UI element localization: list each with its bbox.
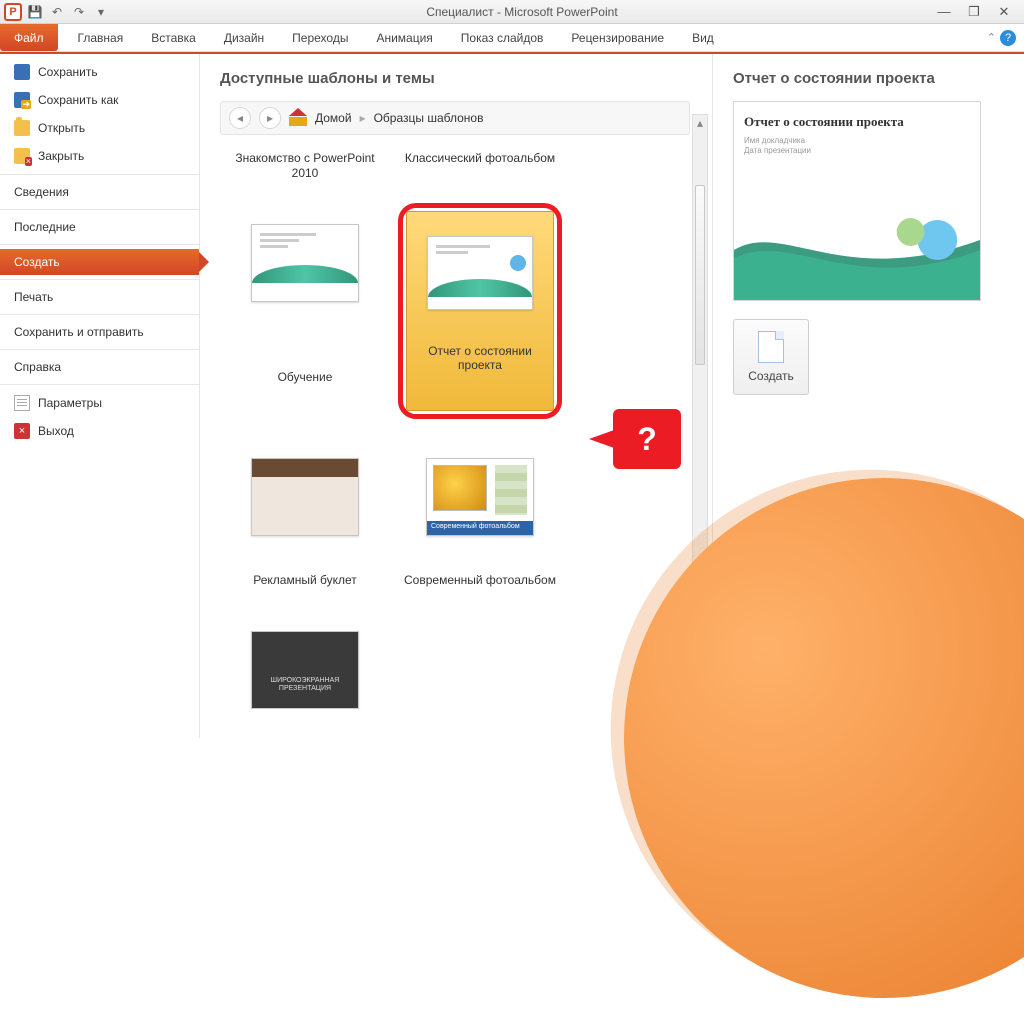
tab-review[interactable]: Рецензирование (557, 24, 678, 51)
nav-forward-button[interactable]: ▸ (259, 107, 281, 129)
template-item-widescreen[interactable]: ШИРОКОЭКРАННАЯПРЕЗЕНТАЦИЯ (251, 631, 359, 709)
breadcrumb-separator-icon: ▸ (360, 111, 366, 125)
sidebar-recent[interactable]: Последние (0, 214, 199, 240)
wave-graphic (734, 210, 980, 300)
app-icon[interactable]: P (4, 3, 22, 21)
save-as-icon (14, 92, 30, 108)
save-icon (14, 64, 30, 80)
template-thumbnail (251, 458, 359, 536)
template-item-obuchenie[interactable] (251, 224, 359, 302)
ribbon-minimize-icon[interactable]: ⌃ (987, 31, 996, 44)
preview-slide: Отчет о состоянии проекта Имя докладчика… (733, 101, 981, 301)
scroll-up-icon[interactable]: ▴ (693, 115, 707, 131)
template-label: Обучение (220, 368, 390, 424)
sidebar-open[interactable]: Открыть (0, 114, 199, 142)
create-button-label: Создать (748, 369, 794, 383)
sidebar-exit-label: Выход (38, 424, 74, 438)
breadcrumb-bar: ◂ ▸ Домой ▸ Образцы шаблонов (220, 101, 690, 135)
template-label: Классический фотоальбом (390, 149, 570, 189)
sidebar-options-label: Параметры (38, 396, 102, 410)
template-item-brochure[interactable] (251, 458, 359, 536)
sidebar-save-label: Сохранить (38, 65, 98, 79)
template-thumbnail (251, 224, 359, 302)
callout-text: ? (637, 421, 657, 458)
template-label: Знакомство с PowerPoint 2010 (220, 149, 390, 189)
sidebar-options[interactable]: Параметры (0, 389, 199, 417)
create-button[interactable]: Создать (733, 319, 809, 395)
sidebar-help-label: Справка (14, 360, 61, 374)
sidebar-close[interactable]: Закрыть (0, 142, 199, 170)
sidebar-help[interactable]: Справка (0, 354, 199, 380)
sidebar-print[interactable]: Печать (0, 284, 199, 310)
undo-icon[interactable]: ↶ (48, 3, 66, 21)
templates-panel: Доступные шаблоны и темы ◂ ▸ Домой ▸ Обр… (200, 54, 712, 738)
sidebar-exit[interactable]: × Выход (0, 417, 199, 445)
sidebar-share[interactable]: Сохранить и отправить (0, 319, 199, 345)
folder-open-icon (14, 120, 30, 136)
tab-design[interactable]: Дизайн (210, 24, 278, 51)
tab-slideshow[interactable]: Показ слайдов (447, 24, 558, 51)
restore-button[interactable]: ❐ (964, 4, 984, 20)
backstage-sidebar: Сохранить Сохранить как Открыть Закрыть … (0, 54, 200, 738)
sidebar-recent-label: Последние (14, 220, 76, 234)
sidebar-close-label: Закрыть (38, 149, 84, 163)
templates-heading: Доступные шаблоны и темы (220, 70, 712, 87)
quick-access-toolbar: P 💾 ↶ ↷ ▾ (0, 3, 110, 21)
template-item-status-report-selected[interactable]: Отчет о состоянии проекта (390, 193, 570, 423)
vertical-scrollbar[interactable]: ▴ ▾ (692, 114, 708, 730)
sidebar-share-label: Сохранить и отправить (14, 325, 144, 339)
template-item-modern-album[interactable]: Современный фотоальбом (426, 458, 534, 536)
tab-animation[interactable]: Анимация (362, 24, 446, 51)
tab-insert[interactable]: Вставка (137, 24, 210, 51)
tab-home[interactable]: Главная (64, 24, 138, 51)
preview-slide-subtitle: Имя докладчика Дата презентации (744, 136, 970, 157)
template-label: Рекламный буклет (220, 571, 390, 596)
window-title: Специалист - Microsoft PowerPoint (110, 5, 934, 19)
close-button[interactable]: ✕ (994, 4, 1014, 20)
template-thumbnail: ШИРОКОЭКРАННАЯПРЕЗЕНТАЦИЯ (251, 631, 359, 709)
help-icon[interactable]: ? (1000, 30, 1016, 46)
ribbon-tabs: Файл Главная Вставка Дизайн Переходы Ани… (0, 24, 1024, 52)
sidebar-open-label: Открыть (38, 121, 85, 135)
options-icon (14, 395, 30, 411)
nav-back-button[interactable]: ◂ (229, 107, 251, 129)
sidebar-save[interactable]: Сохранить (0, 58, 199, 86)
thumb-caption: Современный фотоальбом (427, 521, 533, 535)
template-label: Отчет о состоянии проекта (413, 344, 547, 372)
home-icon[interactable] (289, 110, 307, 126)
template-thumbnail: Современный фотоальбом (426, 458, 534, 536)
sidebar-info[interactable]: Сведения (0, 179, 199, 205)
annotation-callout: ? (613, 409, 681, 469)
sidebar-new-label: Создать (14, 255, 60, 269)
template-label: Современный фотоальбом (390, 571, 570, 596)
tab-transitions[interactable]: Переходы (278, 24, 362, 51)
preview-panel: Отчет о состоянии проекта Отчет о состоя… (712, 54, 1024, 738)
minimize-button[interactable]: ― (934, 4, 954, 20)
template-thumbnail (427, 236, 533, 310)
breadcrumb-home[interactable]: Домой (315, 111, 352, 125)
title-bar: P 💾 ↶ ↷ ▾ Специалист - Microsoft PowerPo… (0, 0, 1024, 24)
breadcrumb-current[interactable]: Образцы шаблонов (374, 111, 484, 125)
folder-close-icon (14, 148, 30, 164)
tab-view[interactable]: Вид (678, 24, 728, 51)
save-icon[interactable]: 💾 (26, 3, 44, 21)
sidebar-new[interactable]: Создать (0, 249, 199, 275)
preview-title: Отчет о состоянии проекта (733, 70, 1006, 87)
preview-slide-title: Отчет о состоянии проекта (744, 114, 970, 130)
scroll-down-icon[interactable]: ▾ (693, 713, 707, 729)
sidebar-save-as-label: Сохранить как (38, 93, 118, 107)
exit-icon: × (14, 423, 30, 439)
redo-icon[interactable]: ↷ (70, 3, 88, 21)
qat-dropdown-icon[interactable]: ▾ (92, 3, 110, 21)
tab-file[interactable]: Файл (0, 24, 58, 51)
scroll-thumb[interactable] (695, 185, 705, 365)
sidebar-save-as[interactable]: Сохранить как (0, 86, 199, 114)
sidebar-info-label: Сведения (14, 185, 69, 199)
document-icon (758, 331, 784, 363)
sidebar-print-label: Печать (14, 290, 53, 304)
